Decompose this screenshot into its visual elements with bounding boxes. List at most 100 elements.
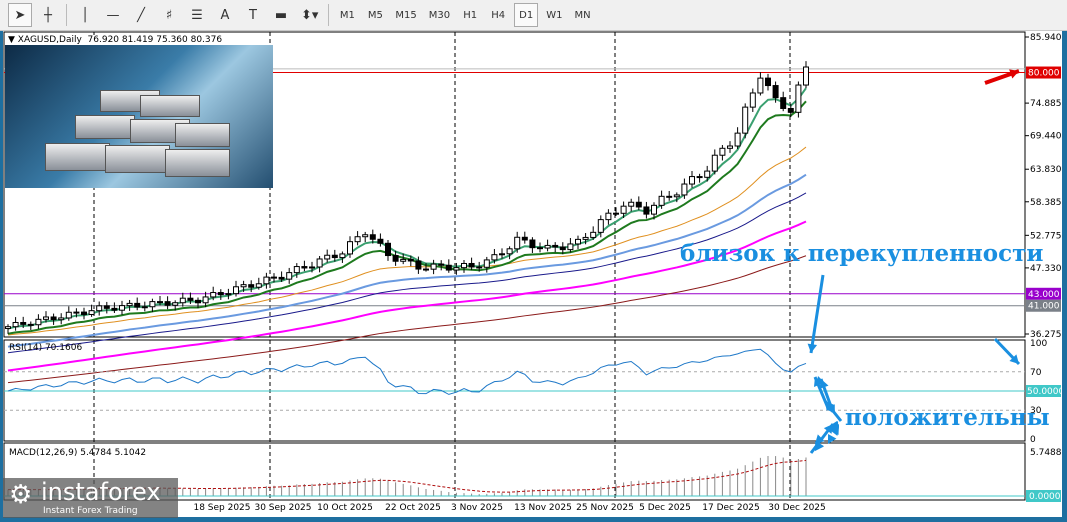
date-label: 30 Dec 2025 (768, 503, 826, 513)
trendline-button[interactable]: ╱ (129, 3, 153, 27)
candle-body (217, 292, 224, 296)
candle-body (293, 266, 300, 274)
candle-body (590, 231, 597, 238)
candle-body (597, 219, 604, 233)
candle-body (347, 241, 353, 255)
candle-body (689, 176, 695, 185)
candle-body (309, 266, 315, 269)
trendline-icon: ╱ (137, 7, 145, 23)
arrows-button[interactable]: ⬍▾ (297, 3, 322, 27)
candle-body (476, 266, 483, 269)
chart-header: ▼ XAGUSD,Daily 76.920 81.419 75.360 80.3… (8, 35, 223, 45)
candle-body (711, 154, 718, 172)
candle-body (803, 66, 809, 86)
candle-body (111, 307, 118, 311)
candle-body (119, 305, 125, 311)
positive-annotation: положительны (845, 404, 1050, 431)
candle-body (787, 107, 794, 113)
candle-body (696, 176, 703, 179)
candle-body (240, 284, 247, 288)
candle-body (331, 254, 338, 259)
date-label: 3 Nov 2025 (451, 503, 503, 513)
candle-body (605, 212, 612, 221)
date-label: 18 Sep 2025 (193, 503, 250, 513)
candle-body (35, 318, 42, 326)
candle-body (727, 145, 733, 149)
candle-body (73, 311, 80, 314)
candle-body (149, 301, 156, 308)
level-label: 41.000 (1028, 302, 1060, 312)
crosshair-icon: ┼ (44, 7, 52, 23)
candle-body (187, 297, 194, 301)
candle-body (50, 316, 57, 321)
horizontal-line-button[interactable]: — (101, 3, 125, 27)
candle-body (795, 84, 802, 113)
candle-body (164, 301, 171, 306)
candle-body (445, 264, 452, 271)
timeframe-mn[interactable]: MN (570, 3, 594, 27)
cursor-icon: ➤ (14, 7, 26, 23)
level-label: 43.000 (1028, 290, 1060, 300)
candle-body (195, 299, 201, 304)
channel-icon: ☰ (191, 7, 203, 23)
candle-body (499, 253, 505, 256)
candle-body (278, 276, 285, 280)
candle-body (772, 85, 779, 99)
candle-body (301, 266, 308, 269)
candle-body (362, 234, 369, 238)
candle-body (339, 253, 346, 259)
candle-body (286, 272, 293, 280)
date-label: 25 Nov 2025 (576, 503, 634, 513)
channel-button[interactable]: ☰ (185, 3, 209, 27)
candle-body (506, 248, 513, 255)
horizontal-line-icon: — (106, 7, 120, 23)
ohlc-values: 76.920 81.419 75.360 80.376 (87, 35, 223, 45)
candle-body (643, 206, 650, 215)
candle-body (749, 92, 756, 108)
candle-body (58, 317, 65, 321)
candle-body (423, 268, 429, 271)
candle-body (514, 236, 521, 250)
date-label: 10 Oct 2025 (317, 503, 373, 513)
candle-body (430, 263, 437, 270)
crosshair-button[interactable]: ┼ (36, 3, 60, 27)
separator (328, 4, 330, 26)
candle-body (263, 276, 270, 285)
date-label: 5 Dec 2025 (639, 503, 691, 513)
price-axis-label: 85.940 (1030, 33, 1062, 43)
collapse-icon[interactable]: ▼ (8, 35, 15, 45)
fibonacci-button[interactable]: ♯ (157, 3, 181, 27)
candle-body (400, 258, 407, 262)
candle-body (392, 255, 399, 262)
vertical-line-button[interactable]: │ (73, 3, 97, 27)
timeframe-m5[interactable]: M5 (363, 3, 387, 27)
candle-body (559, 246, 566, 251)
timeframe-m30[interactable]: M30 (425, 3, 454, 27)
text-button[interactable]: A (213, 3, 237, 27)
timeframe-h4[interactable]: H4 (486, 3, 510, 27)
fibonacci-icon: ♯ (165, 7, 173, 23)
instaforex-logo: ⚙ instaforex Instant Forex Trading (3, 478, 178, 518)
timeframe-m15[interactable]: M15 (391, 3, 420, 27)
rectangle-button[interactable]: ▬ (269, 3, 293, 27)
vertical-line-icon: │ (81, 7, 89, 23)
candle-body (407, 258, 414, 262)
cursor-button[interactable]: ➤ (8, 3, 32, 27)
price-axis-label: 63.830 (1030, 165, 1062, 175)
candle-body (765, 77, 771, 87)
rsi-axis-label: 70 (1030, 368, 1042, 378)
candle-body (658, 195, 665, 206)
timeframe-d1[interactable]: D1 (514, 3, 539, 27)
timeframe-w1[interactable]: W1 (542, 3, 566, 27)
candle-body (12, 321, 19, 328)
candle-body (780, 97, 787, 109)
candle-body (734, 132, 741, 147)
date-label: 13 Nov 2025 (514, 503, 572, 513)
timeframe-m1[interactable]: M1 (335, 3, 359, 27)
ma-navy (7, 192, 807, 354)
candle-body (635, 201, 642, 208)
timeframe-h1[interactable]: H1 (458, 3, 482, 27)
candle-body (453, 267, 460, 271)
rsi-level-label: 50.0000 (1027, 387, 1062, 397)
label-button[interactable]: T (241, 3, 265, 27)
